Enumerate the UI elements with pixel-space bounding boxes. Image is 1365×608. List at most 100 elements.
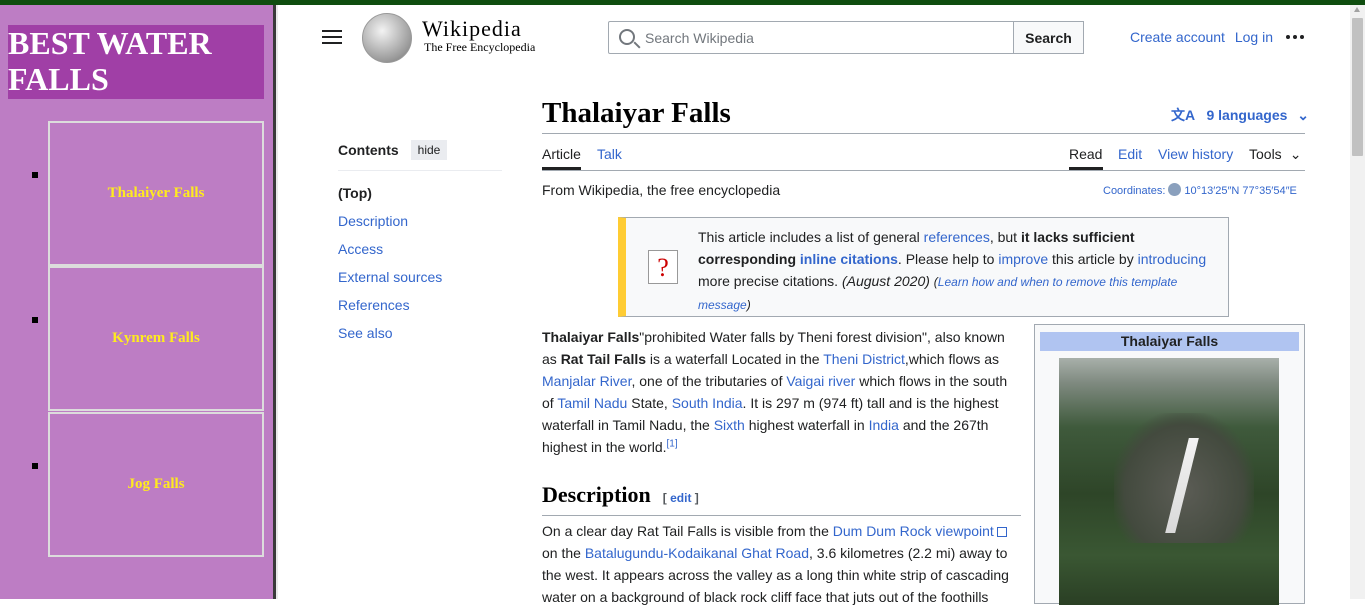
wikipedia-frame: Wikipedia The Free Encyclopedia Search C…: [278, 5, 1350, 605]
body-text-part: is a waterfall Located in the: [646, 351, 824, 367]
tab-view-history[interactable]: View history: [1158, 146, 1233, 162]
tab-article[interactable]: Article: [542, 146, 581, 162]
sidebar-item-jog-falls[interactable]: Jog Falls: [48, 412, 264, 557]
notice-text-part: . Please help to: [897, 251, 999, 267]
inline-citations-link[interactable]: inline citations: [800, 251, 898, 267]
body-text-part: on the: [542, 545, 585, 561]
bullet-icon: [32, 463, 38, 469]
waterfall-photo[interactable]: [1059, 358, 1279, 605]
tools-label: Tools: [1249, 146, 1282, 162]
notice-text-part: more precise citations.: [698, 273, 842, 289]
tab-edit[interactable]: Edit: [1118, 146, 1142, 162]
notice-date: (August 2020): [841, 273, 930, 289]
notice-text: This article includes a list of general …: [698, 226, 1218, 316]
personal-tools: Create account Log in: [1130, 29, 1279, 45]
tab-read-indicator: [1069, 167, 1103, 170]
scroll-up-arrow-icon[interactable]: [1354, 7, 1360, 12]
chevron-down-icon: ⌄: [1297, 107, 1310, 123]
chevron-down-icon: ⌄: [1289, 146, 1302, 162]
dum-dum-rock-text: Dum Dum Rock viewpoint: [832, 523, 994, 539]
main-menu-icon[interactable]: [322, 29, 342, 45]
more-options-icon[interactable]: [1286, 35, 1306, 39]
page-title: Thalaiyar Falls: [542, 97, 731, 129]
create-account-link[interactable]: Create account: [1130, 29, 1225, 45]
sidebar-title: BEST WATER FALLS: [8, 25, 264, 99]
bullet-icon: [32, 317, 38, 323]
wikipedia-globe-icon[interactable]: [362, 13, 412, 63]
toc-list: (Top) Description Access External source…: [338, 183, 502, 351]
sidebar-item-kynrem-falls[interactable]: Kynrem Falls: [48, 266, 264, 411]
toc-heading: Contents: [338, 142, 399, 158]
citation-notice: ? This article includes a list of genera…: [618, 217, 1229, 317]
notice-text-part: this article by: [1048, 251, 1138, 267]
language-selector[interactable]: 文A 9 languages ⌄: [1171, 105, 1309, 125]
search-icon: [619, 29, 635, 45]
coordinates-label[interactable]: Coordinates:: [1103, 185, 1165, 197]
sidebar-item-thalaiyer-falls[interactable]: Thalaiyer Falls: [48, 121, 264, 266]
body-text-part: On a clear day Rat Tail Falls is visible…: [542, 523, 833, 539]
toc-item-references[interactable]: References: [338, 297, 410, 313]
toc-item-description[interactable]: Description: [338, 213, 408, 229]
article-bold-title: Thalaiyar Falls: [542, 329, 640, 345]
log-in-link[interactable]: Log in: [1235, 29, 1273, 45]
dum-dum-rock-link[interactable]: Dum Dum Rock viewpoint: [833, 523, 1007, 539]
introducing-link[interactable]: introducing: [1138, 251, 1207, 267]
toc-header: Contents hide: [338, 140, 502, 171]
theni-district-link[interactable]: Theni District: [823, 351, 905, 367]
search-box: [608, 21, 1014, 54]
south-india-link[interactable]: South India: [672, 395, 743, 411]
toc-item-see-also[interactable]: See also: [338, 325, 392, 341]
vaigai-river-link[interactable]: Vaigai river: [786, 373, 855, 389]
table-of-contents: Contents hide (Top) Description Access E…: [338, 140, 502, 351]
external-link-icon: [996, 527, 1007, 537]
notice-text-part: This article includes a list of general: [698, 229, 924, 245]
toc-item-top[interactable]: (Top): [338, 183, 502, 211]
tabs-divider: [542, 170, 1305, 171]
vertical-scrollbar[interactable]: [1350, 5, 1365, 599]
manjalar-river-link[interactable]: Manjalar River: [542, 373, 631, 389]
tab-talk[interactable]: Talk: [597, 146, 622, 162]
body-text-part: ,which flows as: [904, 351, 1000, 367]
tab-read[interactable]: Read: [1069, 146, 1102, 162]
search-button[interactable]: Search: [1013, 21, 1084, 54]
title-divider: [542, 133, 1305, 134]
toc-item-external-sources[interactable]: External sources: [338, 269, 442, 285]
wikipedia-tagline: The Free Encyclopedia: [424, 40, 536, 54]
infobox: Thalaiyar Falls: [1034, 324, 1305, 605]
waterfall-sidebar: BEST WATER FALLS Thalaiyer Falls Kynrem …: [0, 5, 273, 599]
coordinates-value[interactable]: 10°13′25″N 77°35′54″E: [1184, 185, 1296, 197]
improve-link[interactable]: improve: [998, 251, 1048, 267]
search-input[interactable]: [645, 22, 1005, 53]
body-text-part: highest waterfall in: [744, 417, 869, 433]
description-paragraph: On a clear day Rat Tail Falls is visible…: [542, 520, 1017, 608]
sixth-link[interactable]: Sixth: [714, 417, 745, 433]
article-bold-alias: Rat Tail Falls: [560, 351, 647, 367]
intro-paragraph: Thalaiyar Falls"prohibited Water falls b…: [542, 326, 1017, 458]
coordinates: Coordinates: 10°13′25″N 77°35′54″E: [1103, 183, 1297, 197]
toc-item-access[interactable]: Access: [338, 241, 383, 257]
scrollbar-thumb[interactable]: [1352, 18, 1363, 156]
body-text-part: , one of the tributaries of: [631, 373, 787, 389]
globe-icon[interactable]: [1168, 183, 1182, 196]
india-link[interactable]: India: [869, 417, 899, 433]
question-book-icon: ?: [648, 250, 678, 284]
tab-tools[interactable]: Tools ⌄: [1249, 146, 1301, 163]
ghat-road-link[interactable]: Batalugundu-Kodaikanal Ghat Road: [585, 545, 809, 561]
references-link[interactable]: references: [924, 229, 990, 245]
section-heading-description: Description [ edit ]: [542, 482, 1021, 516]
tamil-nadu-link[interactable]: Tamil Nadu: [557, 395, 627, 411]
tab-article-indicator: [542, 167, 581, 170]
translate-icon: 文A: [1171, 107, 1195, 123]
language-count: 9 languages: [1206, 107, 1288, 123]
bullet-icon: [32, 172, 38, 178]
section-heading-text: Description: [542, 482, 651, 507]
infobox-title: Thalaiyar Falls: [1040, 332, 1299, 351]
body-text-part: State,: [627, 395, 672, 411]
site-subtitle: From Wikipedia, the free encyclopedia: [542, 182, 781, 198]
section-edit: [ edit ]: [662, 491, 699, 505]
notice-text-part: , but: [989, 229, 1021, 245]
toc-hide-button[interactable]: hide: [410, 140, 448, 160]
wikipedia-wordmark[interactable]: Wikipedia: [422, 16, 522, 42]
section-edit-link[interactable]: edit: [670, 491, 691, 505]
reference-1-link[interactable]: [1]: [667, 438, 678, 449]
